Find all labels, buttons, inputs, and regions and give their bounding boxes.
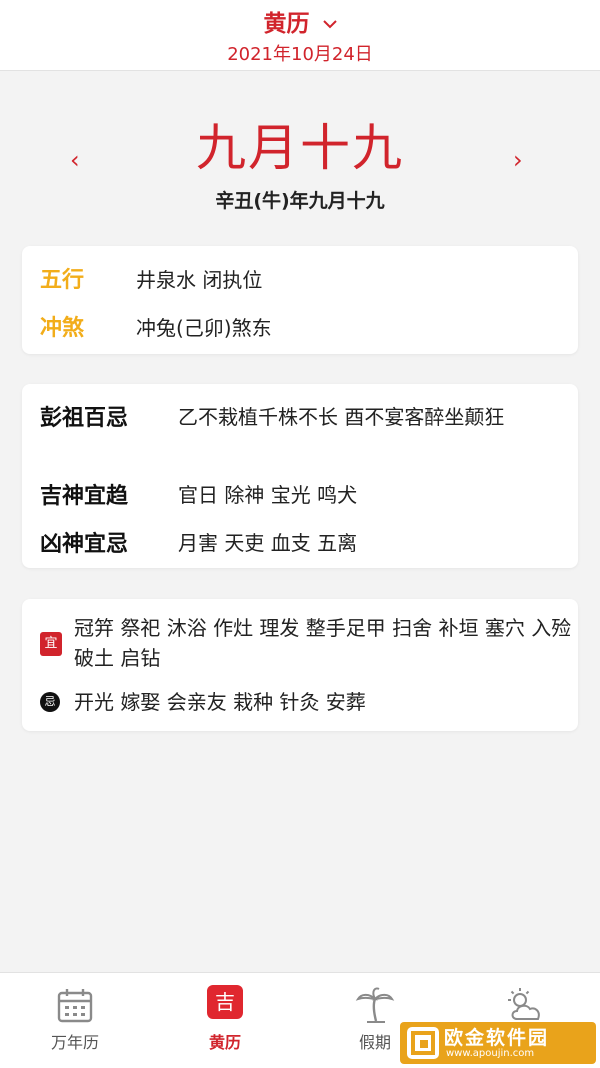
chevron-down-icon [322, 19, 337, 28]
calendar-icon [57, 989, 93, 1023]
pengzu-row: 彭祖百忌 乙不栽植千株不长 酉不宴客醉坐颠狂 [40, 400, 562, 464]
pengzu-label: 彭祖百忌 [40, 406, 129, 431]
yi-ji-card: 宜 冠笄 祭祀 沐浴 作灶 理发 整手足甲 扫舍 补垣 塞穴 入殓 破土 启钻 … [22, 599, 578, 731]
pengzu-value: 乙不栽植千株不长 酉不宴客醉坐颠狂 [178, 405, 505, 429]
tab-calendar[interactable]: 万年历 [0, 973, 150, 1068]
jishen-row: 吉神宜趋 官日 除神 宝光 鸣犬 [40, 478, 562, 509]
weather-icon [508, 988, 540, 1020]
xiongshen-label: 凶神宜忌 [40, 532, 129, 557]
lunar-full-date: 辛丑(牛)年九月十九 [215, 190, 385, 212]
chongsha-label: 冲煞 [40, 316, 85, 341]
ji-tag: 忌 [40, 692, 60, 712]
ji-list: 开光 嫁娶 会亲友 栽种 针灸 安葬 [74, 690, 366, 714]
calendar-type-selector[interactable]: 黄历 [0, 4, 600, 38]
yi-tag: 宜 [40, 632, 62, 656]
palm-tree-icon [355, 987, 395, 1023]
jishen-value: 官日 除神 宝光 鸣犬 [178, 483, 358, 507]
gregorian-date: 2021年10月24日 [227, 44, 373, 65]
wuxing-row: 五行 井泉水 闭执位 [40, 262, 562, 294]
lunar-day-big: 九月十九 [196, 119, 404, 177]
tab-almanac[interactable]: 吉 黄历 [150, 973, 300, 1068]
wuxing-value: 井泉水 闭执位 [136, 268, 263, 292]
wuxing-card: 五行 井泉水 闭执位 冲煞 冲兔(己卯)煞东 [22, 246, 578, 354]
xiongshen-row: 凶神宜忌 月害 天吏 血支 五离 [40, 526, 562, 557]
yi-list: 冠笄 祭祀 沐浴 作灶 理发 整手足甲 扫舍 补垣 塞穴 入殓 破土 启钻 [74, 616, 572, 670]
watermark-logo-icon [407, 1027, 439, 1059]
watermark-badge: 欧金软件园 www.apoujin.com [400, 1022, 596, 1064]
tab-calendar-label: 万年历 [50, 1033, 99, 1052]
chongsha-row: 冲煞 冲兔(己卯)煞东 [40, 310, 562, 342]
next-day-button[interactable]: › [513, 146, 523, 174]
xiongshen-value: 月害 天吏 血支 五离 [178, 531, 358, 555]
watermark-text: 欧金软件园 [444, 1027, 550, 1049]
wuxing-label: 五行 [40, 268, 85, 293]
jishen-label: 吉神宜趋 [40, 484, 129, 509]
top-header: 黄历 2021年10月24日 [0, 0, 600, 71]
tab-almanac-label: 黄历 [208, 1033, 241, 1052]
chongsha-value: 冲兔(己卯)煞东 [136, 316, 272, 340]
watermark-url: www.apoujin.com [446, 1048, 535, 1059]
ji-badge-icon: 吉 [207, 985, 243, 1019]
page-title: 黄历 [263, 11, 310, 37]
taboo-card: 彭祖百忌 乙不栽植千株不长 酉不宴客醉坐颠狂 吉神宜趋 官日 除神 宝光 鸣犬 … [22, 384, 578, 568]
